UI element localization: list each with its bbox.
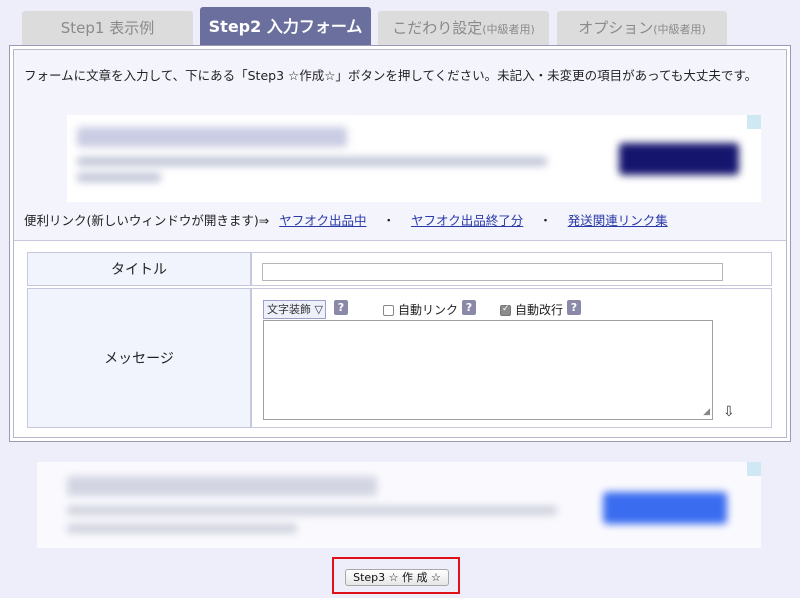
text-decoration-select[interactable]: 文字装飾 ▽ <box>263 300 326 319</box>
ad-banner-bottom[interactable] <box>37 462 761 548</box>
ad-info-icon[interactable] <box>747 115 761 129</box>
tab-label: Step1 表示例 <box>60 19 155 37</box>
intro-section: フォームに文章を入力して、下にある「Step3 ☆作成☆」ボタンを押してください… <box>14 50 786 241</box>
auto-break-label: 自動改行 <box>515 303 564 317</box>
tab-label: オプション <box>578 19 654 37</box>
title-field[interactable] <box>262 263 723 281</box>
resize-grip-icon[interactable]: ◢ <box>703 407 710 417</box>
useful-links: 便利リンク(新しいウィンドウが開きます)⇒ ヤフオク出品中 ・ ヤフオク出品終了… <box>24 210 668 229</box>
tab-option[interactable]: オプション(中級者用) <box>557 11 727 45</box>
form-panel: フォームに文章を入力して、下にある「Step3 ☆作成☆」ボタンを押してください… <box>9 45 791 442</box>
message-textarea[interactable]: ◢ <box>263 320 713 420</box>
tab-suffix: (中級者用) <box>482 23 535 36</box>
arrow-down-icon[interactable]: ⇩ <box>723 404 735 420</box>
tab-bar: Step1 表示例 Step2 入力フォーム こだわり設定(中級者用) オプショ… <box>0 0 800 46</box>
link-yahoo-auction-ended[interactable]: ヤフオク出品終了分 <box>411 213 523 228</box>
links-separator: ・ <box>539 213 552 228</box>
form-panel-inner: フォームに文章を入力して、下にある「Step3 ☆作成☆」ボタンを押してください… <box>13 49 787 438</box>
tab-step2[interactable]: Step2 入力フォーム <box>200 7 371 46</box>
auto-link-checkbox[interactable] <box>383 305 394 316</box>
auto-break-checkbox[interactable] <box>500 304 511 316</box>
ad-banner-top[interactable] <box>67 115 761 202</box>
tab-step1[interactable]: Step1 表示例 <box>22 11 193 45</box>
title-label: タイトル <box>111 262 167 278</box>
intro-text: フォームに文章を入力して、下にある「Step3 ☆作成☆」ボタンを押してください… <box>24 68 758 83</box>
message-label: メッセージ <box>104 351 174 367</box>
ad-info-icon[interactable] <box>747 462 761 476</box>
auto-link-label: 自動リンク <box>398 303 459 317</box>
step3-create-button[interactable]: Step3 ☆ 作 成 ☆ <box>345 569 449 586</box>
message-label-cell: メッセージ <box>27 288 251 428</box>
tab-label: こだわり設定 <box>392 19 483 37</box>
tab-label: Step2 入力フォーム <box>208 17 363 36</box>
tab-suffix: (中級者用) <box>653 23 706 36</box>
help-icon[interactable]: ? <box>334 300 348 315</box>
title-label-cell: タイトル <box>27 252 251 286</box>
help-icon[interactable]: ? <box>462 300 476 315</box>
help-icon[interactable]: ? <box>567 300 581 315</box>
link-yahoo-auction-listing[interactable]: ヤフオク出品中 <box>279 213 366 228</box>
link-shipping-links[interactable]: 発送関連リンク集 <box>568 213 668 228</box>
links-prefix: 便利リンク(新しいウィンドウが開きます)⇒ <box>24 213 270 228</box>
links-separator: ・ <box>382 213 395 228</box>
tab-kodawari[interactable]: こだわり設定(中級者用) <box>378 11 549 45</box>
